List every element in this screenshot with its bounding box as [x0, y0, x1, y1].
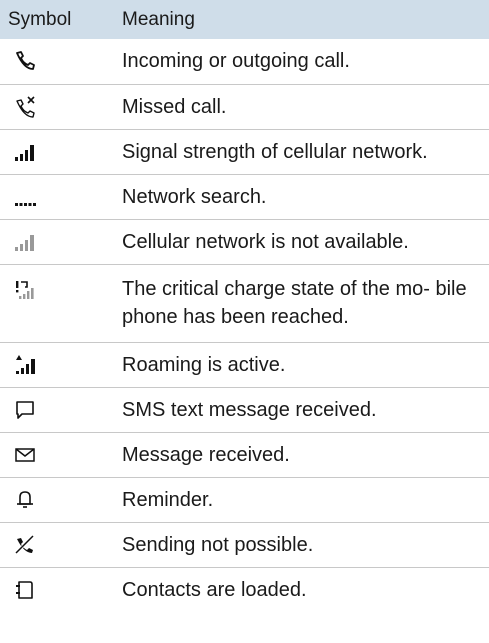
table-header: Symbol Meaning	[0, 0, 489, 39]
critical-charge-icon	[0, 264, 122, 343]
table-row: Message received.	[0, 432, 489, 478]
envelope-icon	[0, 432, 122, 478]
column-header-symbol: Symbol	[8, 8, 72, 30]
row-meaning: Reminder.	[122, 477, 489, 523]
sending-not-possible-icon	[0, 522, 122, 568]
table-row: Sending not possible.	[0, 522, 489, 568]
roaming-icon	[0, 342, 122, 388]
table-row: The critical charge state of the mo- bil…	[0, 264, 489, 343]
sms-bubble-icon	[0, 387, 122, 433]
signal-unavailable-icon	[0, 219, 122, 265]
network-search-icon	[0, 174, 122, 220]
phone-handset-icon	[0, 39, 122, 85]
table-row: Signal strength of cellular network.	[0, 129, 489, 175]
row-meaning: Roaming is active.	[122, 342, 489, 388]
row-meaning: Sending not possible.	[122, 522, 489, 568]
table-row: Cellular network is not available.	[0, 219, 489, 265]
table-row: Roaming is active.	[0, 342, 489, 388]
contacts-icon	[0, 567, 122, 612]
row-meaning: Message received.	[122, 432, 489, 478]
symbol-table: Symbol Meaning Incoming or outgoing call…	[0, 0, 489, 612]
row-meaning: Contacts are loaded.	[122, 578, 307, 601]
table-row: Reminder.	[0, 477, 489, 523]
row-meaning: SMS text message received.	[122, 387, 489, 433]
row-meaning: Missed call.	[122, 84, 489, 130]
row-meaning: The critical charge state of the mo- bil…	[122, 264, 489, 343]
table-row: SMS text message received.	[0, 387, 489, 433]
signal-strength-icon	[0, 129, 122, 175]
row-meaning: Network search.	[122, 174, 489, 220]
table-row: Missed call.	[0, 84, 489, 130]
row-meaning: Incoming or outgoing call.	[122, 39, 489, 85]
row-meaning: Cellular network is not available.	[122, 219, 489, 265]
row-meaning: Signal strength of cellular network.	[122, 129, 489, 175]
column-header-meaning: Meaning	[122, 8, 195, 30]
missed-call-icon	[0, 84, 122, 130]
table-row: Incoming or outgoing call.	[0, 39, 489, 85]
table-row: Network search.	[0, 174, 489, 220]
table-row: Contacts are loaded.	[0, 567, 489, 612]
bell-icon	[0, 477, 122, 523]
